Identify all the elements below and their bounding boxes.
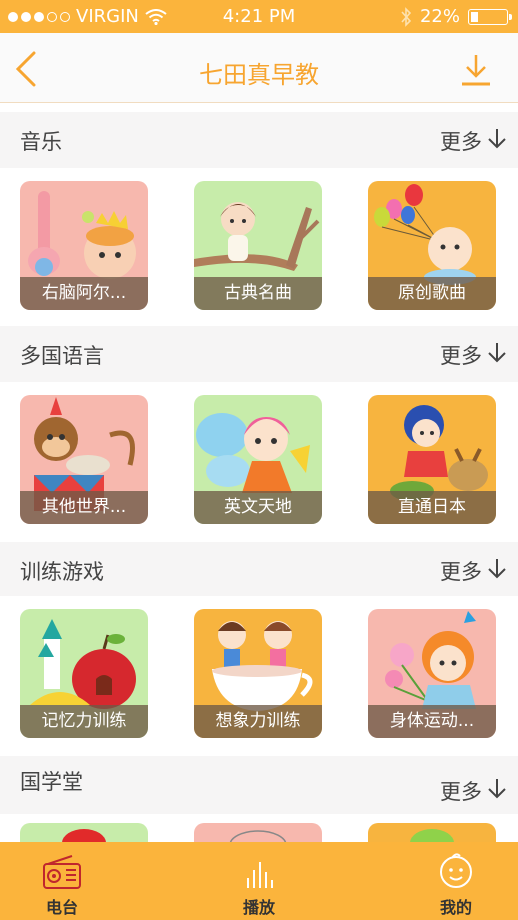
album-caption: 原创歌曲 (368, 277, 496, 310)
album-card[interactable]: 右脑阿尔... (20, 181, 148, 310)
section-row-classics (0, 814, 518, 842)
tab-label: 播放 (242, 898, 275, 917)
album-card[interactable]: 身体运动... (368, 609, 496, 738)
album-card[interactable]: 记忆力训练 (20, 609, 148, 738)
album-card[interactable]: 直通日本 (368, 395, 496, 524)
album-art (410, 829, 454, 842)
album-card[interactable] (368, 823, 496, 842)
album-card[interactable] (194, 823, 322, 842)
section-row-music: 右脑阿尔... 古典名曲 原创歌曲 (0, 168, 518, 324)
battery-percent: 22% (419, 6, 460, 27)
section-header-games: 训练游戏 更多 (0, 542, 518, 598)
tab-label: 电台 (45, 898, 78, 917)
more-label: 更多 (440, 560, 482, 584)
album-art (62, 829, 106, 842)
more-button[interactable]: 更多 (440, 556, 508, 586)
album-caption: 英文天地 (194, 491, 322, 524)
arrow-down-icon (486, 341, 508, 370)
tab-bar: 电台 播放 我的 (0, 842, 518, 920)
radio-icon (43, 855, 81, 889)
section-header-music: 音乐 更多 (0, 112, 518, 168)
album-caption: 右脑阿尔... (20, 277, 148, 310)
section-header-classics: 国学堂 更多 (0, 756, 518, 814)
tab-radio[interactable]: 电台 (2, 842, 122, 920)
more-label: 更多 (440, 130, 482, 154)
album-card[interactable] (20, 823, 148, 842)
tab-label: 我的 (439, 898, 472, 917)
arrow-down-icon (486, 127, 508, 156)
section-row-languages: 其他世界... 英文天地 直通日本 (0, 382, 518, 538)
section-title: 音乐 (20, 130, 62, 154)
page-title: 七田真早教 (199, 61, 319, 89)
section-header-languages: 多国语言 更多 (0, 326, 518, 382)
tab-play[interactable]: 播放 (199, 842, 319, 920)
album-caption: 记忆力训练 (20, 705, 148, 738)
equalizer-icon (247, 862, 273, 888)
album-caption: 直通日本 (368, 491, 496, 524)
more-button[interactable]: 更多 (440, 126, 508, 156)
section-row-games: 记忆力训练 想象力训练 身体运动... (0, 596, 518, 752)
album-caption: 古典名曲 (194, 277, 322, 310)
album-card[interactable]: 古典名曲 (194, 181, 322, 310)
section-title: 国学堂 (20, 770, 83, 794)
section-title: 多国语言 (20, 344, 104, 368)
album-art (229, 830, 287, 842)
arrow-down-icon (486, 777, 508, 806)
album-card[interactable]: 原创歌曲 (368, 181, 496, 310)
baby-face-icon (440, 853, 472, 888)
bluetooth-icon (401, 6, 412, 27)
album-card[interactable]: 想象力训练 (194, 609, 322, 738)
more-label: 更多 (440, 780, 482, 804)
more-label: 更多 (440, 344, 482, 368)
album-caption: 身体运动... (368, 705, 496, 738)
navigation-bar: 七田真早教 (0, 33, 518, 103)
album-caption: 其他世界... (20, 491, 148, 524)
tab-mine[interactable]: 我的 (396, 842, 516, 920)
album-card[interactable]: 英文天地 (194, 395, 322, 524)
section-title: 训练游戏 (20, 560, 104, 584)
album-caption: 想象力训练 (194, 705, 322, 738)
download-icon[interactable] (460, 53, 492, 87)
arrow-down-icon (486, 557, 508, 586)
battery-icon (468, 8, 512, 25)
more-button[interactable]: 更多 (440, 340, 508, 370)
status-bar: VIRGIN 4:21 PM 22% (0, 0, 518, 33)
album-card[interactable]: 其他世界... (20, 395, 148, 524)
more-button[interactable]: 更多 (440, 776, 508, 806)
